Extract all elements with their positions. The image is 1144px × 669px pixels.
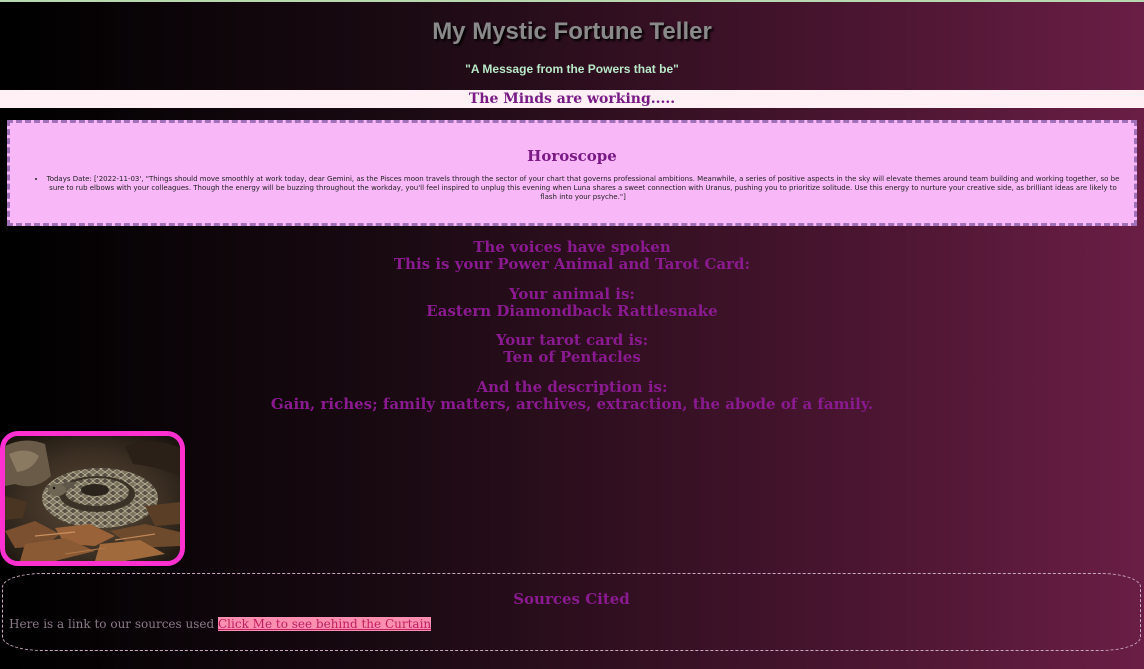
description-label: And the description is: (476, 378, 668, 396)
horoscope-list: Todays Date: ['2022-11-03', "Things shou… (10, 175, 1134, 202)
rattlesnake-picture (5, 436, 180, 561)
spoken-line-2: This is your Power Animal and Tarot Card… (393, 255, 751, 273)
horoscope-title: Horoscope (527, 147, 617, 165)
page-tagline: "A Message from the Powers that be" (465, 62, 679, 76)
sources-line: Here is a link to our sources used Click… (9, 617, 432, 631)
tarot-value: Ten of Pentacles (503, 348, 641, 366)
sources-link[interactable]: Click Me to see behind the Curtain (218, 617, 432, 631)
horoscope-text: Todays Date: ['2022-11-03', "Things shou… (46, 175, 1120, 202)
description-value: Gain, riches; family matters, archives, … (270, 395, 874, 413)
animal-label: Your animal is: (509, 285, 635, 303)
sources-prefix-text: Here is a link to our sources used (9, 617, 215, 631)
sources-title: Sources Cited (513, 590, 630, 608)
working-status-bar: The Minds are working..... (0, 90, 1144, 108)
sources-panel: Sources Cited Here is a link to our sour… (2, 573, 1141, 651)
power-animal-image (0, 431, 185, 566)
horoscope-panel: Horoscope Todays Date: ['2022-11-03', "T… (7, 120, 1137, 226)
tarot-label: Your tarot card is: (495, 331, 649, 349)
page-title: My Mystic Fortune Teller (432, 18, 712, 45)
animal-value: Eastern Diamondback Rattlesnake (426, 302, 718, 320)
spoken-line-1: The voices have spoken (473, 238, 671, 256)
